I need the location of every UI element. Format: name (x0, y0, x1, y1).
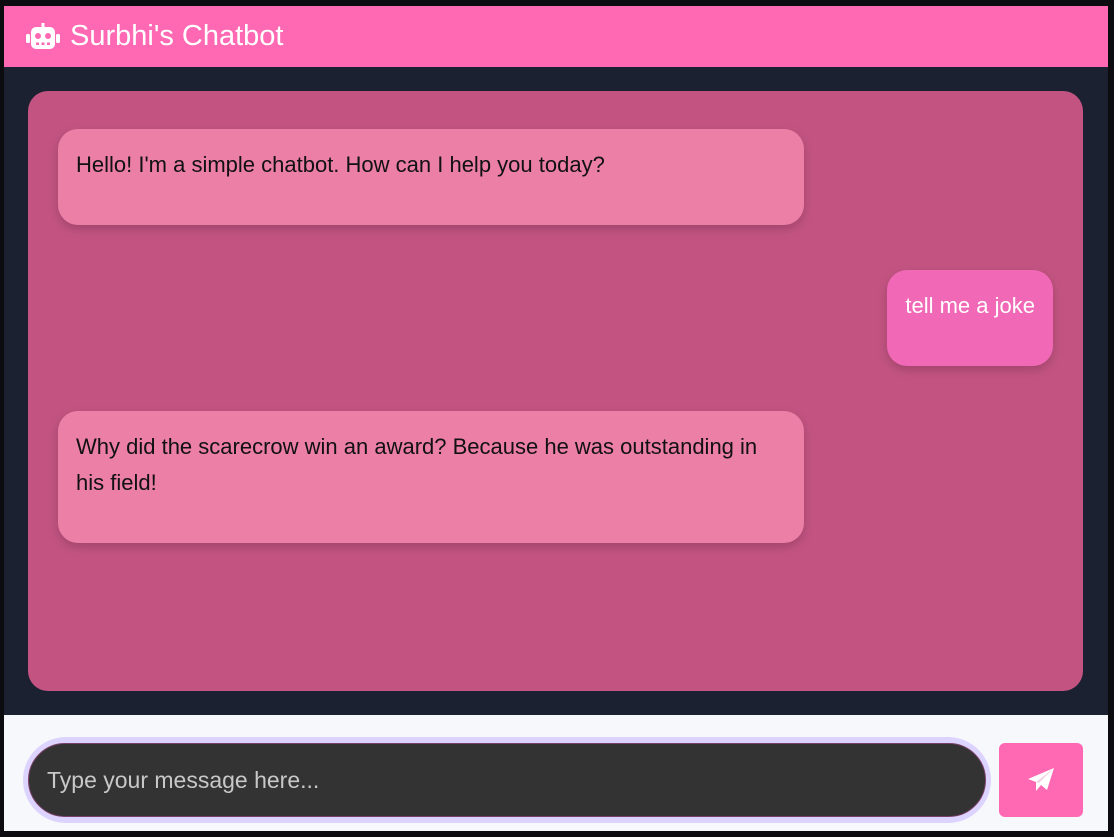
bot-message: Why did the scarecrow win an award? Beca… (58, 411, 804, 543)
user-message: tell me a joke (887, 270, 1053, 366)
chat-messages-area[interactable]: Hello! I'm a simple chatbot. How can I h… (28, 91, 1083, 691)
message-input[interactable] (28, 743, 986, 817)
send-button[interactable] (999, 743, 1083, 817)
bot-message: Hello! I'm a simple chatbot. How can I h… (58, 129, 804, 225)
app-header: Surbhi's Chatbot (4, 6, 1108, 67)
paper-plane-icon (1028, 768, 1054, 791)
input-bar (4, 715, 1108, 831)
message-input-focus-ring (23, 737, 991, 823)
chatbot-window: Surbhi's Chatbot Hello! I'm a simple cha… (4, 6, 1108, 831)
page-title: Surbhi's Chatbot (70, 20, 284, 52)
robot-icon (26, 22, 60, 49)
